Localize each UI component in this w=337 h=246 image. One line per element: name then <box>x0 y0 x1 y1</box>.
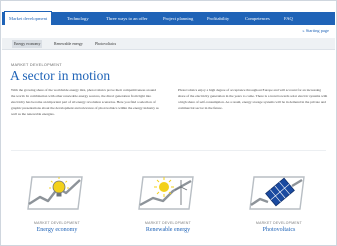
page-title: A sector in motion <box>10 68 111 83</box>
sub-navigation: Energy economy Renewable energy Photovol… <box>2 38 335 50</box>
nav-tab-competences[interactable]: Competences <box>245 12 270 25</box>
nav-tab-three-ways[interactable]: Three ways to an offer <box>106 12 148 25</box>
nav-tab-faq[interactable]: FAQ <box>284 12 293 25</box>
card-title[interactable]: Renewable energy <box>128 227 208 233</box>
card-title[interactable]: Energy economy <box>17 227 97 233</box>
sun-turbine-chart-icon <box>138 176 194 210</box>
intro-text-right: Photovoltaics enjoy a high degree of acc… <box>178 88 328 110</box>
intro-text-left: With the growing share of the worldwide … <box>11 88 159 116</box>
starting-page-link[interactable]: » Starting page <box>302 28 329 33</box>
subnav-energy-economy[interactable]: Energy economy <box>12 40 43 48</box>
nav-tab-profitability[interactable]: Profitability <box>207 12 229 25</box>
divider <box>11 150 326 151</box>
lightbulb-chart-icon <box>27 176 83 210</box>
solar-panel-chart-icon <box>249 176 305 210</box>
main-navigation: Market development Technology Three ways… <box>2 11 335 25</box>
nav-tab-market-development[interactable]: Market development <box>4 11 53 25</box>
nav-tab-project-planning[interactable]: Project planning <box>163 12 193 25</box>
subnav-renewable-energy[interactable]: Renewable energy <box>52 40 85 48</box>
card-title[interactable]: Photovoltaics <box>239 227 319 233</box>
subnav-photovoltaics[interactable]: Photovoltaics <box>93 40 118 48</box>
card-eyebrow: MARKET DEVELOPMENT <box>255 221 303 225</box>
section-eyebrow: MARKET DEVELOPMENT <box>11 63 62 67</box>
card-renewable-energy[interactable]: MARKET DEVELOPMENT Renewable energy <box>128 171 208 241</box>
card-eyebrow: MARKET DEVELOPMENT <box>33 221 81 225</box>
nav-tab-technology[interactable]: Technology <box>67 12 89 25</box>
card-eyebrow: MARKET DEVELOPMENT <box>144 221 192 225</box>
card-photovoltaics[interactable]: MARKET DEVELOPMENT Photovoltaics <box>239 171 319 241</box>
card-energy-economy[interactable]: MARKET DEVELOPMENT Energy economy <box>17 171 97 241</box>
